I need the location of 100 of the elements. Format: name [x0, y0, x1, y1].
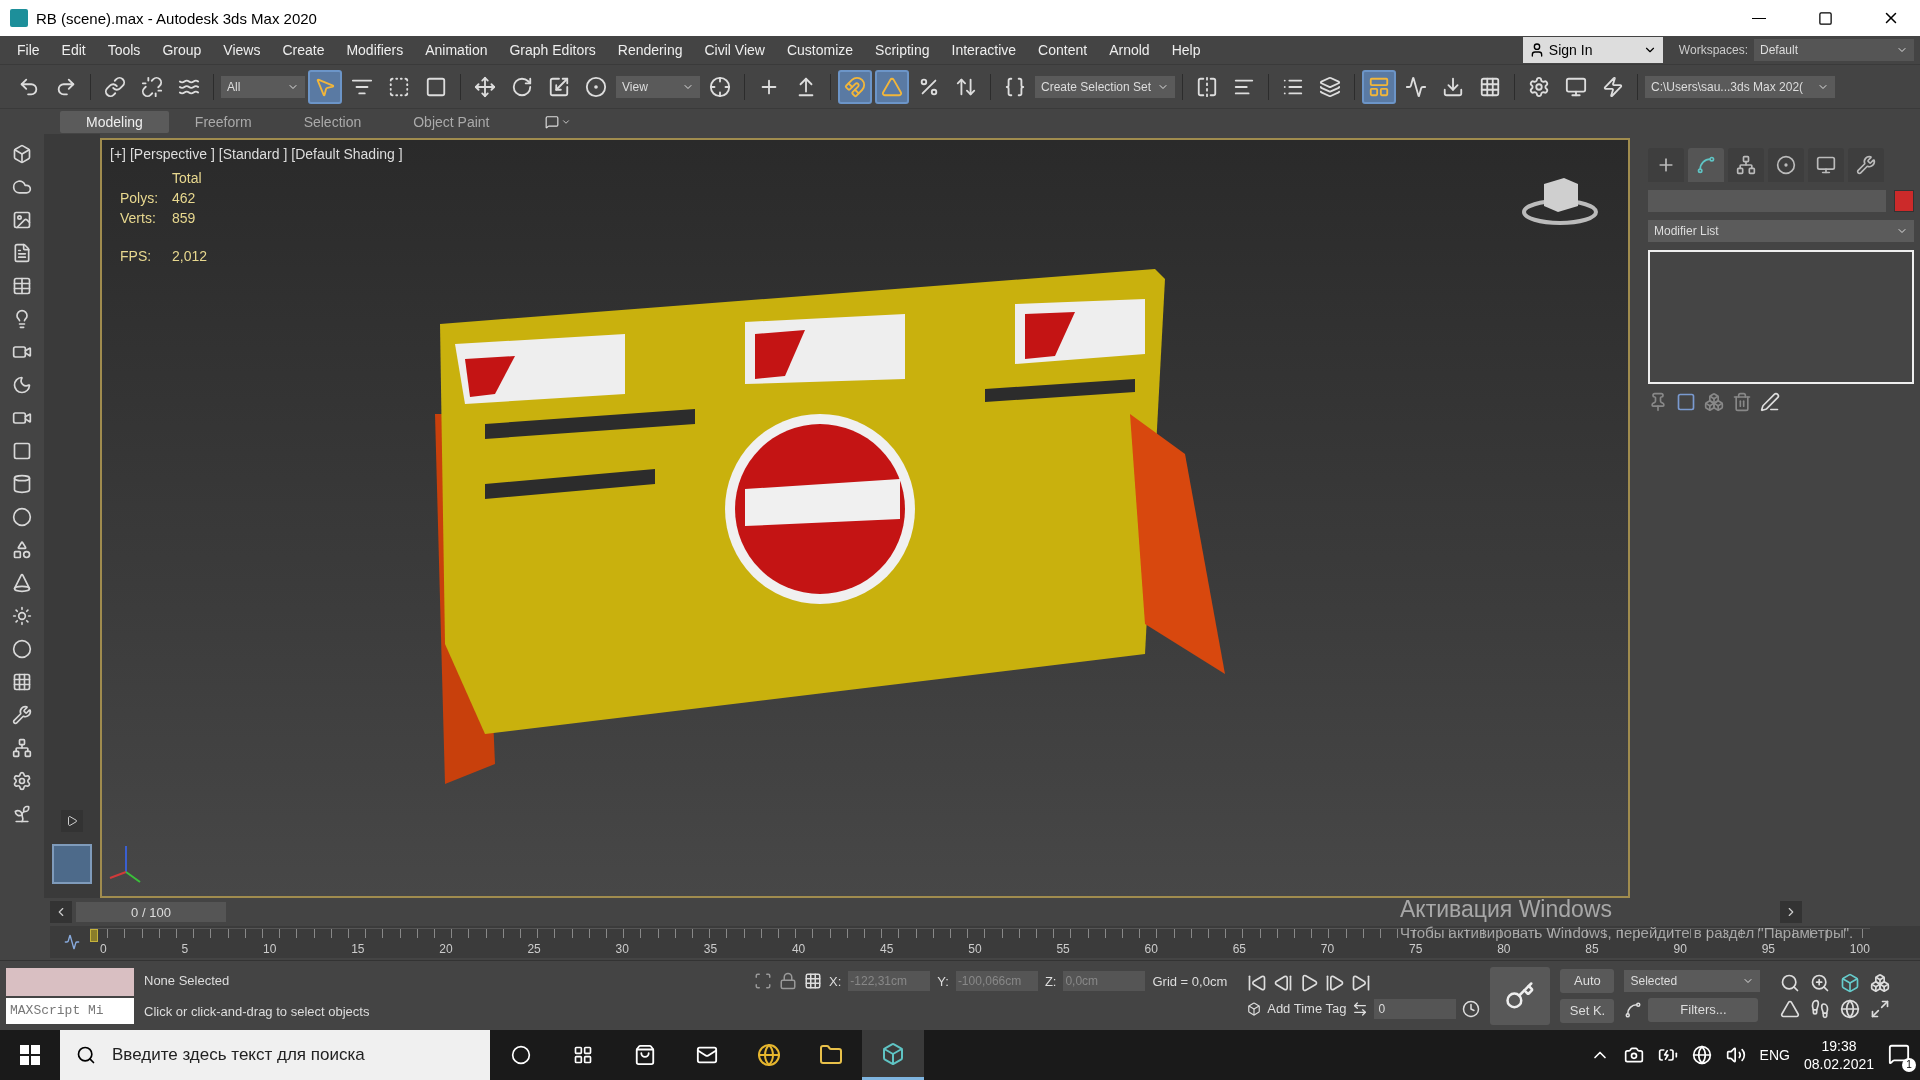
menu-item[interactable]: Views	[212, 42, 272, 58]
toolbar-dropdown[interactable]: View	[616, 75, 700, 98]
menu-item[interactable]: File	[6, 42, 51, 58]
viewport-label[interactable]: [Standard ]	[218, 146, 288, 162]
app-taskbar-button[interactable]	[862, 1030, 924, 1080]
menu-item[interactable]: Arnold	[1098, 42, 1161, 58]
modify-tab[interactable]	[1688, 148, 1724, 182]
next-frame-button[interactable]	[1780, 901, 1802, 923]
windows-logo-icon	[20, 1045, 40, 1065]
taskbar-search-field[interactable]: Введите здесь текст для поиска	[60, 1030, 490, 1080]
frame-counter[interactable]: 0 / 100	[76, 902, 226, 922]
set-key-mode-button[interactable]: Set K.	[1560, 998, 1615, 1023]
box-icon	[881, 1041, 905, 1066]
utilities-tab[interactable]	[1848, 148, 1884, 182]
timeline-tick-label: 65	[1232, 942, 1247, 956]
clock-time[interactable]: 19:38	[1821, 1038, 1857, 1054]
menu-item[interactable]: Graph Editors	[498, 42, 607, 58]
viewport-label[interactable]: [Perspective ]	[129, 146, 215, 162]
menu-item[interactable]: Help	[1160, 42, 1212, 58]
sphere-icon[interactable]	[12, 639, 32, 659]
viewport-label[interactable]: [Default Shading ]	[291, 146, 403, 162]
ribbon-button[interactable]	[1362, 69, 1396, 104]
selection-status: None Selected	[144, 972, 231, 988]
plant-icon[interactable]	[12, 804, 32, 824]
play-icon	[66, 815, 78, 827]
table-icon[interactable]	[12, 276, 32, 296]
grid-icon[interactable]	[12, 672, 32, 692]
timeline-tick-label: 80	[1497, 942, 1511, 956]
time-marker[interactable]	[90, 929, 98, 942]
image-icon[interactable]	[12, 210, 32, 230]
ribbon-tab[interactable]: Freeform	[168, 110, 278, 133]
menu-item[interactable]: Customize	[775, 42, 865, 58]
gear-icon[interactable]	[12, 771, 32, 791]
maximize-viewport-icon	[1870, 998, 1891, 1019]
motion-tab[interactable]	[1768, 148, 1804, 182]
box-icon[interactable]	[12, 144, 32, 164]
language-indicator[interactable]: ENG	[1759, 1047, 1790, 1063]
workspaces-dropdown[interactable]: Default	[1754, 39, 1914, 61]
menu-item[interactable]: Scripting	[864, 42, 941, 58]
angle-snap-button[interactable]	[875, 69, 909, 104]
menu-item[interactable]: Animation	[414, 42, 499, 58]
expand-button[interactable]	[61, 810, 83, 832]
ribbon-tab[interactable]: Modeling	[60, 110, 169, 133]
auto-key-button[interactable]: Auto	[1560, 968, 1615, 993]
modify-icon	[1696, 155, 1716, 175]
maxscript-field[interactable]: MAXScript Mi	[6, 997, 134, 1024]
sun-icon[interactable]	[12, 606, 32, 626]
toolbar-dropdown[interactable]: All	[221, 75, 305, 98]
cone-icon[interactable]	[12, 573, 32, 593]
viewport[interactable]: [+] [Perspective ] [Standard ] [Default Shading ] Total Polys: 462 Verts: 859 FPS: 2,012	[100, 138, 1630, 898]
snap-button[interactable]	[838, 69, 872, 104]
previous-frame-button[interactable]	[50, 901, 72, 923]
ribbon-tab[interactable]: Object Paint	[387, 110, 516, 133]
listener-output[interactable]	[6, 967, 134, 996]
modifier-stack[interactable]	[1648, 250, 1914, 384]
angle-snap-icon	[881, 75, 903, 98]
network-icon[interactable]	[12, 738, 32, 758]
project-folder-dropdown[interactable]: C:\Users\sau...3ds Max 202(	[1645, 75, 1835, 98]
color-swatch[interactable]	[52, 844, 92, 884]
moon-icon[interactable]	[12, 375, 32, 395]
sphere-icon[interactable]	[12, 507, 32, 527]
menu-item[interactable]: Content	[1027, 42, 1099, 58]
menu-item[interactable]: Interactive	[940, 42, 1028, 58]
set-key-button[interactable]	[1490, 966, 1551, 1025]
link-icon	[104, 75, 126, 98]
object-color-swatch[interactable]	[1894, 190, 1914, 212]
unlink-icon	[141, 75, 163, 98]
hierarchy-icon	[1736, 155, 1756, 175]
menu-item[interactable]: Group	[151, 42, 213, 58]
viewport-label[interactable]: [+]	[110, 146, 126, 162]
menu-item[interactable]: Tools	[96, 42, 152, 58]
wrench-icon[interactable]	[12, 705, 32, 725]
toolbar-dropdown[interactable]: Create Selection Set	[1035, 75, 1175, 98]
search-input[interactable]: Введите здесь текст для поиска	[110, 1044, 490, 1066]
document-icon[interactable]	[12, 243, 32, 263]
create-tab[interactable]	[1648, 148, 1684, 182]
modifier-list-dropdown[interactable]: Modifier List	[1648, 220, 1914, 242]
app-logo-icon	[10, 9, 28, 27]
filters-button[interactable]: Filters...	[1648, 997, 1759, 1022]
key-filter-dropdown[interactable]: Selected	[1624, 969, 1761, 992]
hierarchy-tab[interactable]	[1728, 148, 1764, 182]
cloud-icon[interactable]	[12, 177, 32, 197]
add-time-tag-text[interactable]: Add Time Tag	[1267, 1001, 1347, 1016]
layers-icon	[1319, 75, 1341, 98]
menu-item[interactable]: Rendering	[606, 42, 694, 58]
shapes-icon[interactable]	[12, 540, 32, 560]
menu-item[interactable]: Edit	[50, 42, 97, 58]
menu-item[interactable]: Create	[271, 42, 336, 58]
clock-date[interactable]: 08.02.2021	[1803, 1056, 1874, 1072]
current-frame-field[interactable]: 0	[1374, 998, 1457, 1019]
display-tab[interactable]	[1808, 148, 1844, 182]
ribbon-tab[interactable]: Selection	[277, 110, 388, 133]
select-button[interactable]	[308, 69, 342, 104]
cylinder-icon[interactable]	[12, 474, 32, 494]
plane-icon[interactable]	[12, 441, 32, 461]
menu-item[interactable]: Modifiers	[335, 42, 415, 58]
scale-icon	[548, 75, 570, 98]
prompt-text: Click or click-and-drag to select objects	[144, 1003, 371, 1019]
sign-in-dropdown[interactable]: Sign In	[1522, 37, 1663, 63]
menu-item[interactable]: Civil View	[693, 42, 776, 58]
